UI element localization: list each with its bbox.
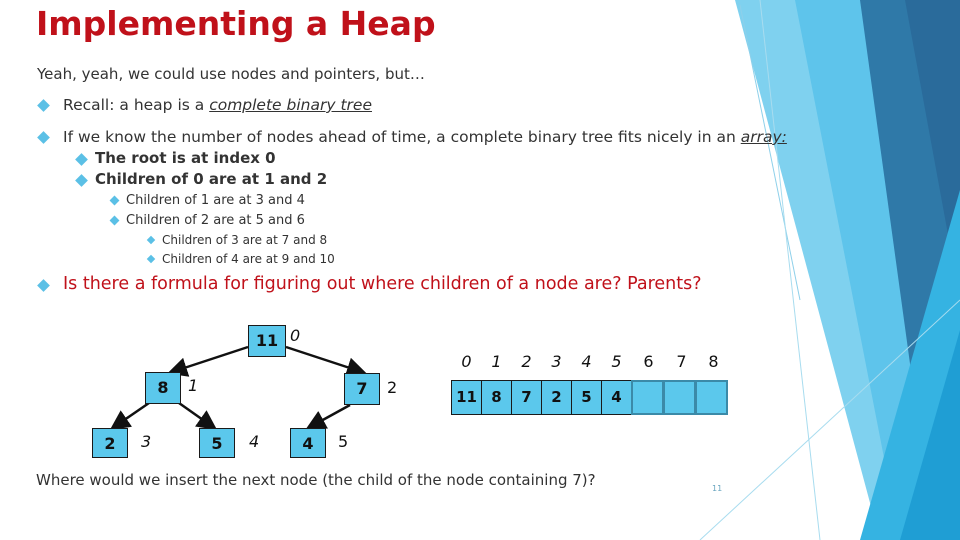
tree-node: 4: [290, 428, 326, 458]
array-index: 1: [491, 352, 502, 371]
tree-node: 5: [199, 428, 235, 458]
array-cell: 8: [481, 380, 512, 415]
tree-node-index: 3: [141, 432, 152, 451]
edge-1-4: [178, 401, 218, 430]
array-cell: 5: [571, 380, 602, 415]
tree-node-index: 0: [290, 326, 301, 345]
tree-node-index: 4: [249, 432, 260, 451]
array-index: 6: [643, 352, 654, 371]
tree-node-index: 2: [387, 378, 398, 397]
tree-node: 7: [344, 373, 380, 405]
array-cell: 2: [541, 380, 572, 415]
tree-node: 2: [92, 428, 128, 458]
array-index: 4: [581, 352, 592, 371]
array-index: 0: [461, 352, 472, 371]
array-cell: 4: [601, 380, 632, 415]
array-cell: 7: [511, 380, 542, 415]
page-number: 11: [712, 484, 723, 493]
tree-node: 8: [145, 372, 181, 404]
insert-question: Where would we insert the next node (the…: [36, 471, 596, 489]
array-index: 8: [708, 352, 719, 371]
array-cell-empty: [631, 380, 664, 415]
array-index: 7: [676, 352, 687, 371]
tree-node-index: 1: [188, 376, 199, 395]
edge-2-5: [305, 403, 351, 430]
tree-node-index: 5: [338, 432, 349, 451]
array-cell: 11: [451, 380, 482, 415]
array-cell-empty: [663, 380, 696, 415]
edge-1-3: [109, 401, 150, 430]
array-cell-empty: [695, 380, 728, 415]
tree-node: 11: [248, 325, 286, 357]
tree-edges: [109, 345, 367, 430]
array-index: 5: [611, 352, 622, 371]
edge-0-2: [285, 345, 367, 377]
array-index: 2: [521, 352, 532, 371]
edge-0-1: [167, 345, 249, 377]
array-index: 3: [551, 352, 562, 371]
